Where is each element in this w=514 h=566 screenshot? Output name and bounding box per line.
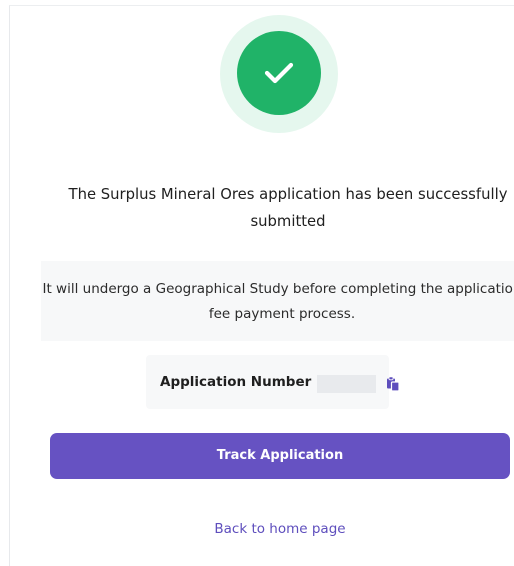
info-panel: It will undergo a Geographical Study bef… [41,261,514,341]
application-number-panel: Application Number [146,355,400,409]
confirmation-heading: The Surplus Mineral Ores application has… [68,186,508,230]
success-card: The Surplus Mineral Ores application has… [9,5,514,566]
back-to-home-link[interactable]: Back to home page [160,521,400,537]
copy-icon[interactable] [385,376,401,392]
success-circle [237,31,321,115]
success-status [220,15,338,133]
check-icon [264,62,294,84]
application-number-value [317,375,376,393]
track-application-button[interactable]: Track Application [50,433,510,479]
application-number-label: Application Number [160,374,312,390]
info-message: It will undergo a Geographical Study bef… [42,281,514,322]
